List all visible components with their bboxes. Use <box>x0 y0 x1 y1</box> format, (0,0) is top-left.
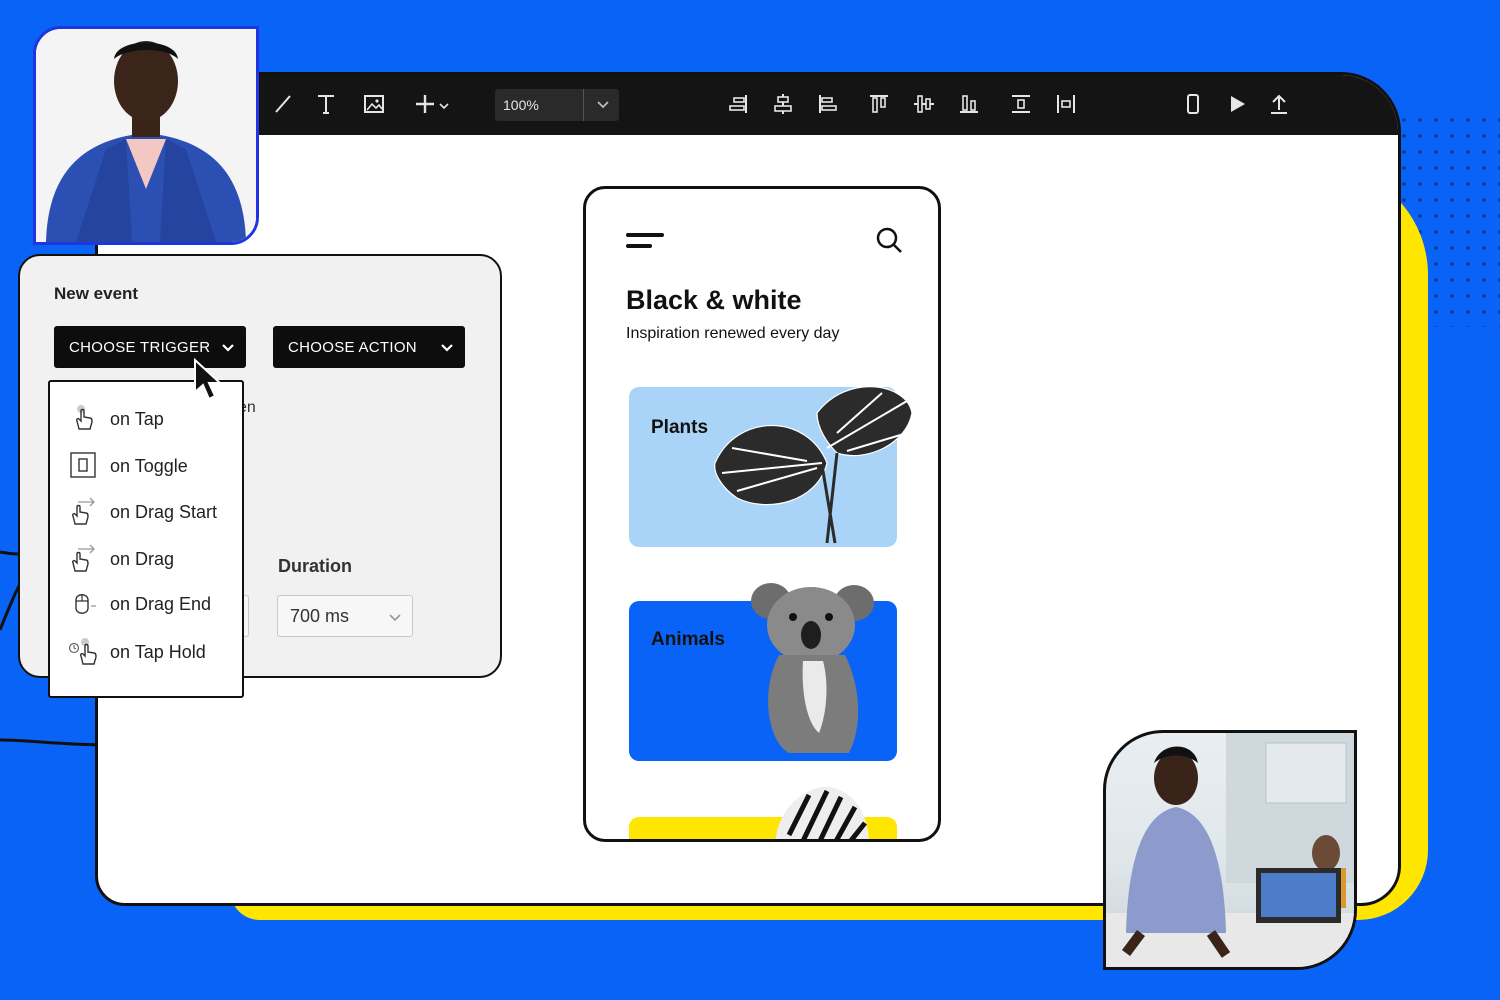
category-card-animals[interactable]: Animals <box>629 583 897 761</box>
align-right-icon[interactable] <box>723 89 753 119</box>
search-icon[interactable] <box>874 225 904 255</box>
tap-icon <box>76 405 93 430</box>
category-card-third[interactable] <box>629 786 897 839</box>
duration-select[interactable]: 700 ms <box>277 595 413 637</box>
drag-icon <box>72 544 95 572</box>
drag-end-icon <box>75 594 96 614</box>
editor-toolbar: 100% <box>98 75 1398 135</box>
koala-image <box>751 583 874 753</box>
phone-subtitle: Inspiration renewed every day <box>626 325 840 342</box>
action-button-label: CHOOSE ACTION <box>288 338 417 356</box>
align-center-h-icon[interactable] <box>768 89 798 119</box>
drag-start-icon <box>72 497 95 525</box>
tap-hold-icon <box>68 638 97 665</box>
menu-item-on-toggle[interactable]: on Toggle <box>50 444 242 488</box>
align-bottom-icon[interactable] <box>954 89 984 119</box>
menu-item-on-tap-hold[interactable]: on Tap Hold <box>50 630 242 674</box>
monstera-leaf-image <box>714 386 913 544</box>
card-label: Animals <box>651 629 725 650</box>
device-preview-icon[interactable] <box>1178 89 1208 119</box>
hamburger-menu-icon[interactable] <box>626 233 664 253</box>
menu-item-label: on Tap Hold <box>110 642 206 662</box>
category-card-plants[interactable]: Plants <box>629 386 913 547</box>
share-export-icon[interactable] <box>1264 89 1294 119</box>
distribute-horizontal-icon[interactable] <box>1051 89 1081 119</box>
menu-item-label: on Drag <box>110 549 175 569</box>
chevron-down-icon <box>389 614 401 622</box>
menu-item-label: on Drag End <box>110 594 212 614</box>
zoom-divider <box>583 89 584 121</box>
line-icon[interactable] <box>268 89 298 119</box>
panel-title: New event <box>54 284 139 303</box>
zoom-select[interactable]: 100% <box>495 89 619 121</box>
person-avatar-image <box>36 29 256 242</box>
align-middle-v-icon[interactable] <box>909 89 939 119</box>
zoom-value: 100% <box>503 97 539 113</box>
add-icon[interactable] <box>408 89 456 119</box>
phone-mockup: Black & white Inspiration renewed every … <box>583 186 941 842</box>
toggle-icon <box>70 452 96 478</box>
card-label: Plants <box>651 417 709 438</box>
align-left-icon[interactable] <box>813 89 843 119</box>
menu-item-label: on Tap <box>110 409 164 429</box>
menu-item-on-drag-start[interactable]: on Drag Start <box>50 490 242 534</box>
menu-item-on-drag-end[interactable]: on Drag End <box>50 582 242 626</box>
image-icon[interactable] <box>359 89 389 119</box>
phone-title: Black & white <box>626 285 802 315</box>
person-avatar-image <box>1106 733 1354 967</box>
align-top-icon[interactable] <box>864 89 894 119</box>
chevron-down-icon <box>222 344 234 352</box>
menu-item-label: on Toggle <box>110 456 188 476</box>
play-icon[interactable] <box>1222 89 1252 119</box>
chevron-down-icon <box>597 101 609 109</box>
duration-label: Duration <box>278 556 352 576</box>
mouse-cursor-icon <box>194 358 223 401</box>
choose-action-button[interactable]: CHOOSE ACTION <box>273 326 465 368</box>
menu-item-on-drag[interactable]: on Drag <box>50 537 242 581</box>
trigger-dropdown-menu: on Tap on Toggle on Drag Start on Drag o… <box>48 380 244 698</box>
zebra-image <box>775 786 869 839</box>
participant-video-top-left <box>33 26 259 245</box>
duration-value: 700 ms <box>290 606 350 626</box>
chevron-down-icon <box>441 344 453 352</box>
menu-item-label: on Drag Start <box>110 502 218 522</box>
participant-video-bottom-right <box>1103 730 1357 970</box>
text-icon[interactable] <box>311 89 341 119</box>
trigger-button-label: CHOOSE TRIGGER <box>69 338 211 356</box>
distribute-vertical-icon[interactable] <box>1006 89 1036 119</box>
